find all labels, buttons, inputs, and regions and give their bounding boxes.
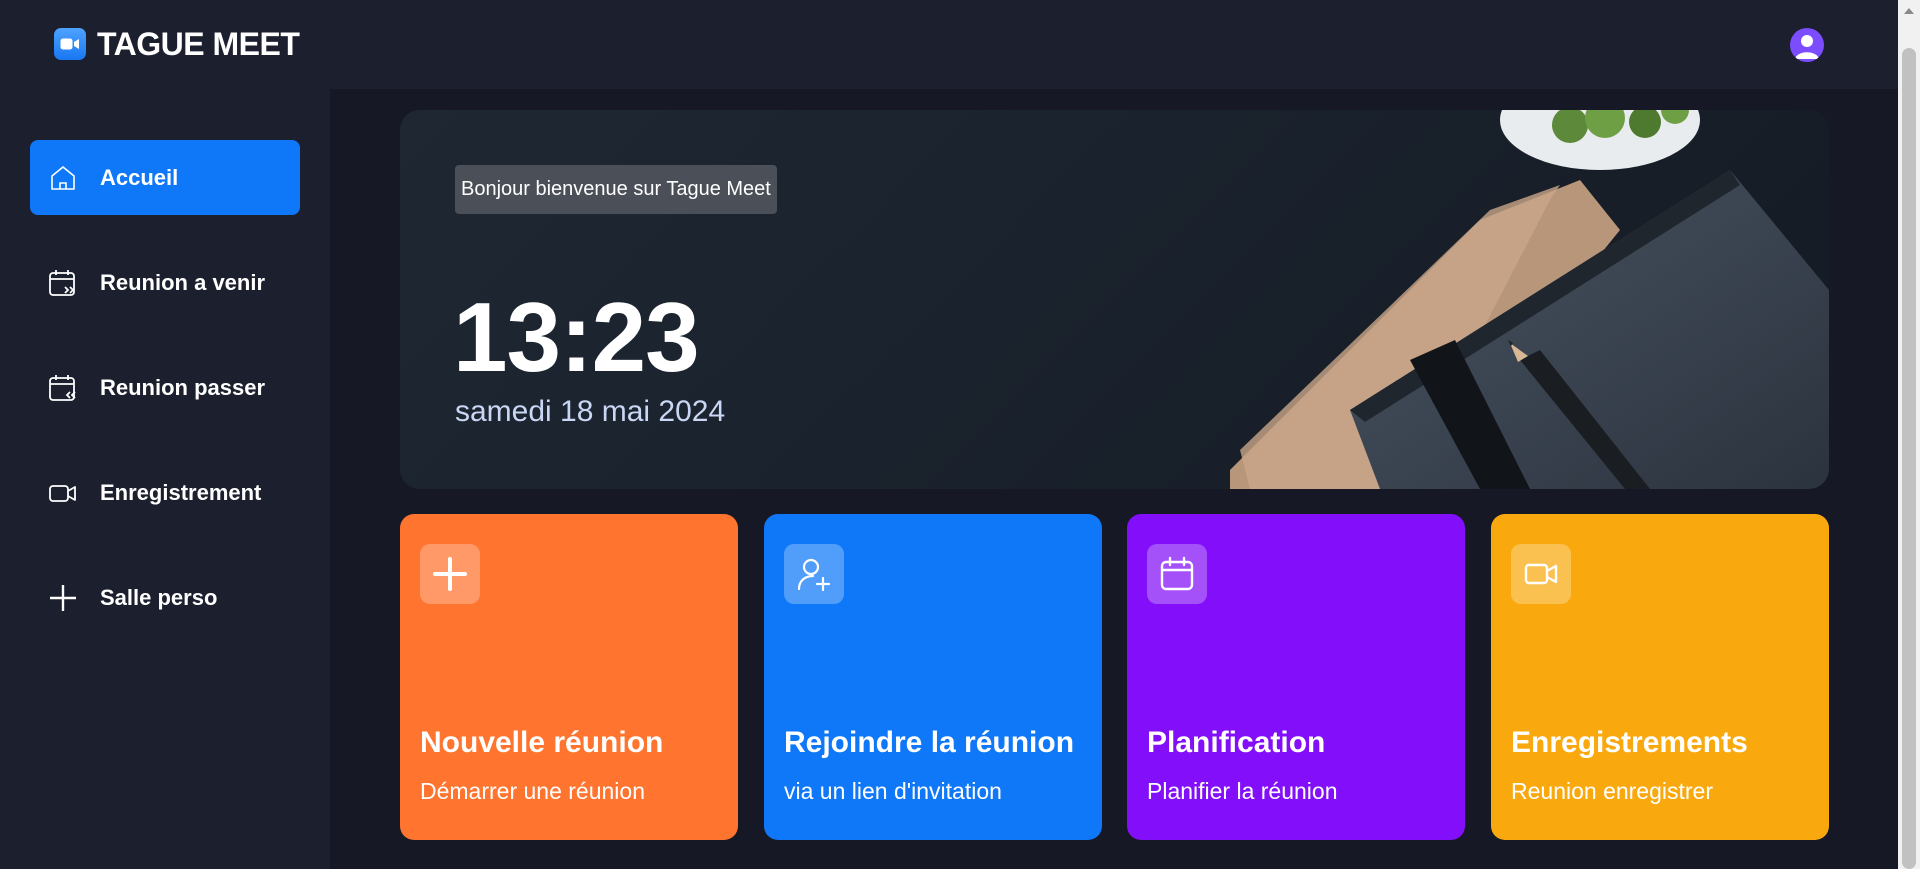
sidebar-item-reunion-a-venir[interactable]: Reunion a venir <box>30 245 300 320</box>
scroll-thumb[interactable] <box>1902 48 1916 869</box>
video-icon <box>49 485 76 502</box>
sidebar-item-label: Enregistrement <box>100 479 262 505</box>
plus-icon <box>420 544 480 604</box>
card-new-meeting[interactable]: Nouvelle réunion Démarrer une réunion <box>400 514 738 840</box>
hero-banner: Bonjour bienvenue sur Tague Meet 13:23 s… <box>400 110 1829 489</box>
home-icon <box>51 166 75 190</box>
sidebar-item-accueil[interactable]: Accueil <box>30 140 300 215</box>
video-camera-icon <box>54 28 86 60</box>
card-join-meeting[interactable]: Rejoindre la réunion via un lien d'invit… <box>764 514 1102 840</box>
app-name: TAGUE MEET <box>97 25 300 62</box>
card-title: Enregistrements <box>1511 726 1748 759</box>
sidebar-item-label: Reunion passer <box>100 374 266 400</box>
sidebar-item-label: Salle perso <box>100 584 218 610</box>
scroll-up-arrow-icon[interactable] <box>1904 8 1914 14</box>
top-bar: TAGUE MEET <box>0 0 1898 89</box>
sidebar-item-salle-perso[interactable]: Salle perso <box>30 560 300 635</box>
card-subtitle: via un lien d'invitation <box>784 778 1002 804</box>
calendar-upcoming-icon <box>49 270 75 296</box>
plus-icon <box>50 585 76 611</box>
sidebar: Accueil Reunion a venir Reunion passer E… <box>0 89 330 869</box>
sidebar-item-label: Reunion a venir <box>100 269 266 295</box>
current-date: samedi 18 mai 2024 <box>455 395 726 428</box>
user-icon <box>1795 35 1819 59</box>
user-plus-icon <box>784 544 844 604</box>
user-avatar[interactable] <box>1790 28 1824 62</box>
sidebar-item-reunion-passer[interactable]: Reunion passer <box>30 350 300 425</box>
card-title: Rejoindre la réunion <box>784 726 1075 759</box>
calendar-previous-icon <box>49 375 76 401</box>
vertical-scrollbar[interactable] <box>1898 0 1920 869</box>
current-time: 13:23 <box>453 282 700 392</box>
sidebar-item-enregistrement[interactable]: Enregistrement <box>30 455 300 530</box>
sidebar-item-label: Accueil <box>100 164 179 190</box>
card-planification[interactable]: Planification Planifier la réunion <box>1127 514 1465 840</box>
card-title: Planification <box>1147 726 1326 759</box>
card-title: Nouvelle réunion <box>420 726 664 759</box>
card-recordings[interactable]: Enregistrements Reunion enregistrer <box>1491 514 1829 840</box>
welcome-message: Bonjour bienvenue sur Tague Meet <box>455 165 777 214</box>
card-subtitle: Planifier la réunion <box>1147 778 1338 804</box>
app-logo[interactable]: TAGUE MEET <box>54 25 300 62</box>
card-subtitle: Reunion enregistrer <box>1511 778 1714 804</box>
calendar-icon <box>1147 544 1207 604</box>
video-icon <box>1511 544 1571 604</box>
card-subtitle: Démarrer une réunion <box>420 778 646 804</box>
